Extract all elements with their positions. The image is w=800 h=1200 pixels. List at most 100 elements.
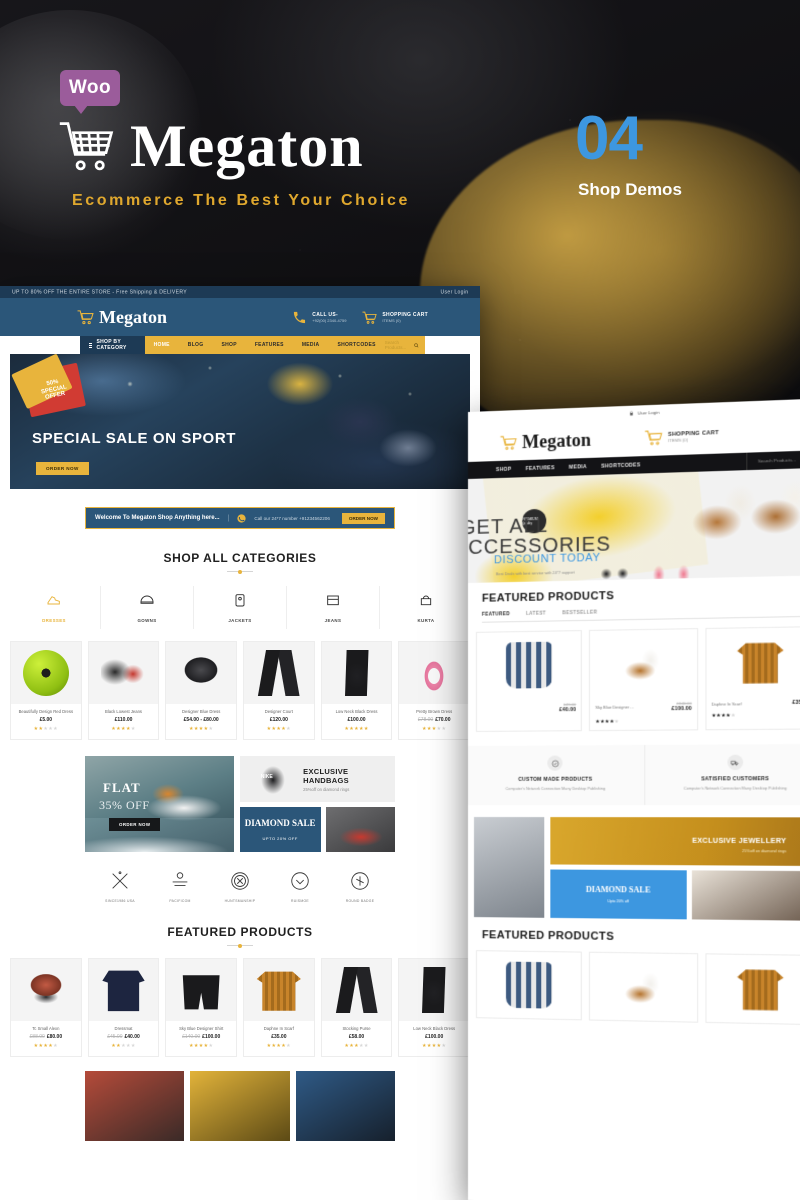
product-card[interactable]: Daphne In Scarf £35.00 ★★★★★ — [705, 626, 800, 730]
exclusive-jewellery-banner[interactable]: EXCLUSIVE JEWELLERY 25%off on diamond ri… — [550, 817, 800, 866]
nav-item-shop[interactable]: SHOP — [221, 342, 236, 348]
left-header-logo[interactable]: Megaton — [77, 307, 167, 328]
right-nav-item-features[interactable]: FEATURES — [525, 465, 554, 472]
product-image — [620, 963, 667, 1011]
promo-shoe-image[interactable] — [326, 807, 396, 852]
gallery-image-2[interactable] — [190, 1071, 289, 1141]
product-card[interactable]: Tc Small Alexn £88.00 £80.00 ★★★★★ — [10, 958, 82, 1057]
slider-order-now-button[interactable]: ORDER NOW — [36, 462, 89, 475]
category-item-jackets[interactable]: JACKETS — [194, 586, 287, 629]
product-card[interactable]: Sky Blue Designer ... £140.00 £100.00 ★★★… — [589, 628, 698, 731]
bottom-gallery-row — [85, 1071, 395, 1141]
promo-flat-banner[interactable]: FLAT 35% OFF ORDER NOW — [85, 756, 234, 852]
category-item-dresses[interactable]: DRESSES — [8, 586, 101, 629]
product-sale-price: £80.00 — [47, 1034, 62, 1040]
product-name: Low Neck Black Dress — [401, 1026, 467, 1031]
service-icon-wrap — [727, 755, 743, 770]
promo-diamond-sale-banner[interactable]: DIAMOND SALE UPTO 20% OFF — [240, 807, 321, 852]
product-card[interactable] — [476, 950, 582, 1020]
product-card[interactable]: Pretty Brown Dress £78.00 £70.00 ★★★★★ — [398, 641, 470, 740]
category-item-jeans[interactable]: JEANS — [287, 586, 380, 629]
tab-bestseller[interactable]: BESTSELLER — [562, 610, 597, 616]
right-nav-item-shop[interactable]: SHOP — [496, 466, 511, 473]
product-card[interactable]: Dressmat £45.00 £40.00 ★★★★★ — [88, 958, 160, 1057]
brand-logo-item[interactable]: HUNTSMANSHIP — [210, 870, 270, 903]
product-card[interactable]: Daphne In Scarf £35.00 ★★★★★ — [243, 958, 315, 1057]
gallery-image-3[interactable] — [296, 1071, 395, 1141]
service-description: Computer's Network Connection Many Deskt… — [480, 787, 631, 793]
tab-featured[interactable]: FEATURED — [482, 611, 510, 617]
category-item-kurta[interactable]: KURTA — [380, 586, 472, 629]
nav-item-shortcodes[interactable]: SHORTCODES — [337, 342, 375, 348]
promo-handbags-subtitle: 25%off on diamond rings — [303, 787, 395, 792]
product-image — [256, 650, 302, 696]
product-card[interactable] — [589, 951, 698, 1022]
promo-order-now-button[interactable]: ORDER NOW — [109, 818, 160, 831]
product-rating: ★★★★★ — [401, 726, 467, 732]
right-header-cart[interactable]: SHOPPING CART ITEMS (0) — [644, 427, 719, 446]
promo-handbags-banner[interactable]: EXCLUSIVE HANDBAGS 25%off on diamond rin… — [240, 756, 395, 802]
product-card[interactable]: Black Lowest Jeans £110.00 ★★★★★ — [88, 641, 160, 740]
jewellery-model-image[interactable] — [692, 870, 800, 920]
search-input[interactable]: Search Products... — [385, 340, 410, 350]
right-search[interactable]: Search Products... — [746, 450, 800, 470]
brand-logo-item[interactable]: PACIFICOM — [150, 870, 210, 903]
product-card[interactable]: Beautifully Design Red Dress £5.00 ★★★★★ — [10, 641, 82, 740]
diamond-sale-banner[interactable]: DIAMOND SALE Upto 20% off — [550, 869, 687, 919]
product-card[interactable]: Low Neck Black Dress £100.00 ★★★★★ — [321, 641, 393, 740]
product-card[interactable]: Stocking Purse £58.00 ★★★★★ — [321, 958, 393, 1057]
bag-icon — [325, 592, 341, 608]
product-name: Sky Blue Designer ... — [595, 704, 633, 709]
product-image — [620, 640, 667, 687]
tab-latest[interactable]: LATEST — [526, 611, 546, 616]
product-thumbnail — [706, 954, 800, 1024]
left-topbar-promo: UP TO 80% OFF THE ENTIRE STORE - Free Sh… — [12, 289, 187, 295]
left-search[interactable]: Search Products... — [385, 340, 425, 350]
nav-item-media[interactable]: MEDIA — [302, 342, 320, 348]
product-thumbnail — [477, 631, 581, 699]
product-meta: Low Neck Black Dress £100.00 ★★★★★ — [322, 704, 392, 739]
truck-icon — [731, 758, 739, 766]
left-topbar-login[interactable]: User Login — [440, 289, 468, 295]
gallery-image-1[interactable] — [85, 1071, 184, 1141]
left-demo-screenshot: UP TO 80% OFF THE ENTIRE STORE - Free Sh… — [0, 286, 480, 1200]
welcome-order-button[interactable]: ORDER NOW — [342, 513, 385, 524]
right-nav-item-media[interactable]: MEDIA — [569, 464, 587, 471]
right-header-logo[interactable]: Megaton — [500, 429, 591, 453]
promo-diamond-title: DIAMOND SALE — [245, 818, 316, 829]
brand-logo-item[interactable]: SINCE1986 USA — [90, 870, 150, 903]
category-label: GOWNS — [101, 618, 193, 623]
brand-lockup: Megaton — [58, 112, 364, 181]
product-card[interactable]: Sky Blue Designer Shirt £140.00 £100.00 ★… — [165, 958, 237, 1057]
right-topbar-login[interactable]: User Login — [637, 409, 659, 415]
nav-item-blog[interactable]: BLOG — [188, 342, 204, 348]
product-price: £140.00 £100.00 — [168, 1034, 234, 1040]
product-card[interactable]: £45.00 £40.00 — [476, 630, 582, 732]
product-rating: ★★★★★ — [590, 718, 696, 730]
product-card[interactable] — [705, 953, 800, 1025]
product-card[interactable]: Designer Blue Dress £54.00 - £80.00 ★★★★… — [165, 641, 237, 740]
product-card[interactable]: Designer Court £120.00 ★★★★★ — [243, 641, 315, 740]
welcome-bar: Welcome To Megaton Shop Anything here...… — [85, 507, 395, 529]
shop-by-category-button[interactable]: SHOP BY CATEGORY — [80, 336, 145, 354]
left-header-cart[interactable]: SHOPPING CART ITEMS (0) — [362, 310, 428, 325]
product-meta: Sky Blue Designer ... £140.00 £100.00 — [590, 697, 696, 719]
left-header-call[interactable]: CALL US- +92(00) 2340-4759 — [292, 310, 346, 325]
product-thumbnail — [590, 629, 696, 698]
product-rating: ★★★★★ — [13, 726, 79, 732]
product-meta: Designer Blue Dress £54.00 - £80.00 ★★★★… — [166, 704, 236, 739]
nav-item-home[interactable]: HOME — [154, 342, 170, 348]
brand-logo-item[interactable]: RUISMOE — [270, 870, 330, 903]
brand-logo-item[interactable]: ROUND BADGE — [330, 870, 390, 903]
left-cart-label: SHOPPING CART — [382, 312, 428, 318]
category-item-gowns[interactable]: GOWNS — [101, 586, 194, 629]
right-hero-slider[interactable]: PREMIUM Quality GET ALL ACCESSORIES DISC… — [468, 468, 800, 583]
nav-item-features[interactable]: FEATURES — [255, 342, 284, 348]
search-input[interactable]: Search Products... — [758, 457, 796, 463]
right-nav-item-shortcodes[interactable]: SHORTCODES — [601, 462, 640, 469]
product-card[interactable]: Low Neck Black Dress £100.00 ★★★★★ — [398, 958, 470, 1057]
flower-badge-icon — [169, 870, 191, 892]
right-featured-section: FEATURED PRODUCTS FEATURED LATEST BESTSE… — [468, 575, 800, 623]
left-hero-slider[interactable]: 50% SPECIAL OFFER SPECIAL SALE ON SPORT … — [10, 354, 470, 489]
demo-count-number: 04 — [575, 108, 642, 170]
